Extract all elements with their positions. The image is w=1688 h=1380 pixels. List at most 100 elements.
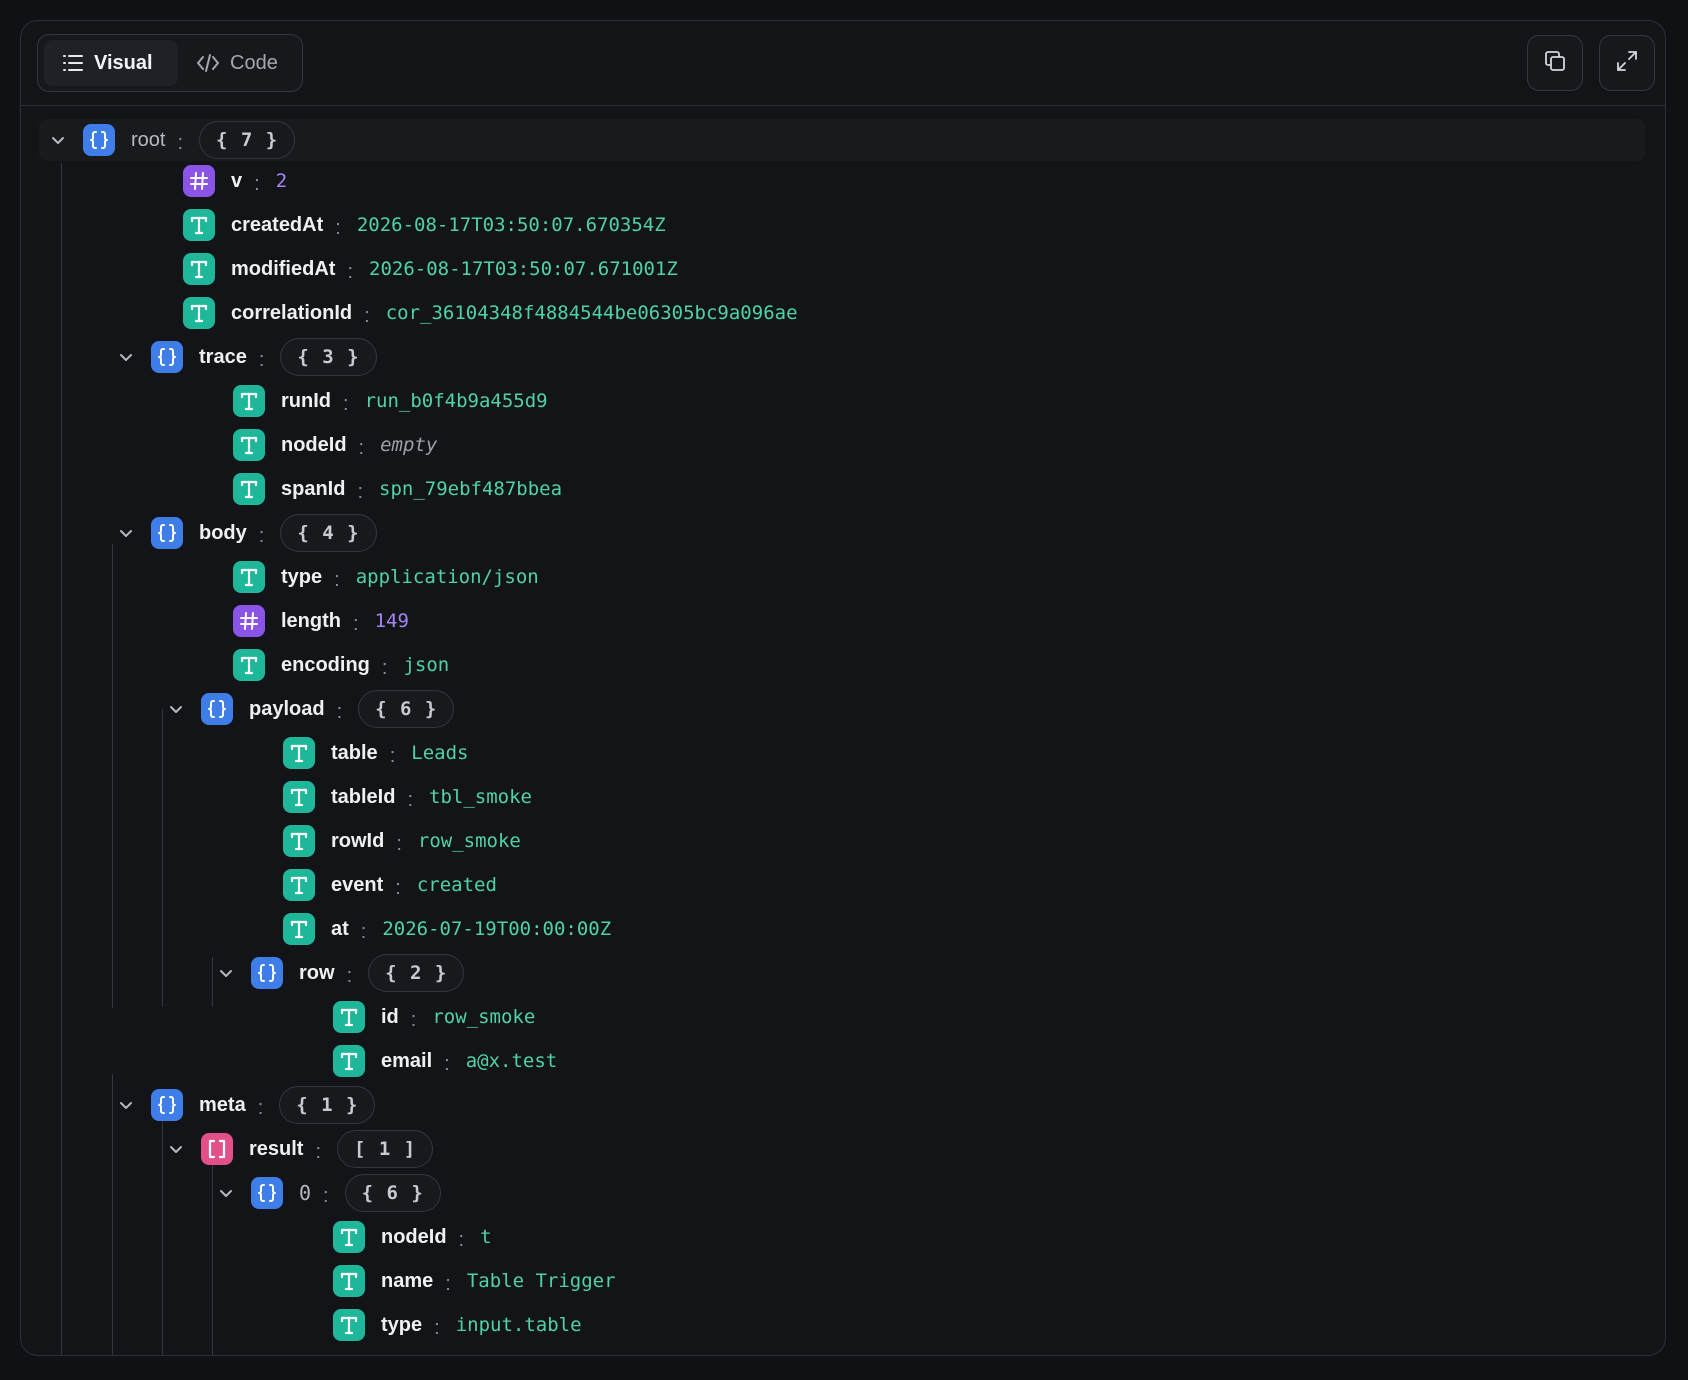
copy-icon — [1543, 49, 1567, 78]
chevron-down-icon[interactable] — [213, 960, 239, 986]
tree-row-tableId[interactable]: tableId : tbl_smoke — [283, 775, 532, 819]
node-key: at — [331, 917, 349, 940]
code-tab[interactable]: Code — [178, 40, 296, 86]
tree-row-root[interactable]: root : { 7 } — [45, 118, 296, 162]
tree-row-v[interactable]: v : 2 — [183, 159, 287, 203]
toolbar: Visual Code — [21, 21, 1665, 106]
expand-icon — [1615, 49, 1639, 78]
tree-row-meta[interactable]: meta : { 1 } — [113, 1083, 376, 1127]
node-key: nodeId — [381, 1225, 447, 1248]
node-key: body — [199, 521, 247, 544]
string-type-icon — [233, 473, 265, 505]
node-value: input.table — [455, 1314, 582, 1336]
string-type-icon — [283, 737, 315, 769]
node-value: Leads — [411, 742, 469, 764]
string-type-icon — [283, 869, 315, 901]
node-key: table — [331, 741, 378, 764]
tree-row-type[interactable]: type : input.table — [333, 1303, 582, 1347]
object-type-icon — [201, 693, 233, 725]
tree-row-event[interactable]: event : created — [283, 863, 497, 907]
chevron-down-icon[interactable] — [213, 1180, 239, 1206]
node-key: row — [299, 961, 335, 984]
tree-row-body[interactable]: body : { 4 } — [113, 511, 377, 555]
node-key: id — [381, 1005, 399, 1028]
string-type-icon — [333, 1045, 365, 1077]
node-value: 2026-08-17T03:50:07.671001Z — [369, 258, 678, 280]
node-index: 0 — [299, 1181, 312, 1205]
object-type-icon — [151, 1089, 183, 1121]
tree-row-payload[interactable]: payload : { 6 } — [163, 687, 455, 731]
node-key: event — [331, 873, 384, 896]
chevron-down-icon[interactable] — [163, 1136, 189, 1162]
node-value: 2026-07-19T00:00:00Z — [382, 918, 612, 940]
node-key: v — [231, 169, 243, 192]
tree-row-id[interactable]: id : row_smoke — [333, 995, 535, 1039]
visual-tab-label: Visual — [94, 51, 153, 74]
tree-row-row[interactable]: row : { 2 } — [213, 951, 465, 995]
tree-row-nodeId[interactable]: nodeId : t — [333, 1215, 492, 1259]
visual-tab[interactable]: Visual — [44, 40, 178, 86]
node-key: email — [381, 1049, 433, 1072]
tree-row-name[interactable]: name : Table Trigger — [333, 1259, 616, 1303]
list-icon — [62, 53, 84, 73]
node-value: json — [403, 654, 450, 676]
tree-row-at[interactable]: at : 2026-07-19T00:00:00Z — [283, 907, 611, 951]
node-key: payload — [249, 697, 325, 720]
array-type-icon — [201, 1133, 233, 1165]
string-type-icon — [183, 209, 215, 241]
string-type-icon — [333, 1265, 365, 1297]
object-type-icon — [83, 124, 115, 156]
node-value: a@x.test — [465, 1050, 558, 1072]
expand-button[interactable] — [1599, 35, 1655, 91]
child-count-badge: { 6 } — [344, 1174, 441, 1212]
tree-row-type[interactable]: type : application/json — [233, 555, 539, 599]
tree-row-email[interactable]: email : a@x.test — [333, 1039, 557, 1083]
tree-row-length[interactable]: length : 149 — [233, 599, 409, 643]
node-value: application/json — [355, 566, 539, 588]
chevron-down-icon[interactable] — [113, 520, 139, 546]
node-value: 2026-08-17T03:50:07.670354Z — [356, 214, 666, 236]
node-value: spn_79ebf487bbea — [379, 478, 563, 500]
chevron-down-icon[interactable] — [113, 344, 139, 370]
node-value-empty: empty — [380, 434, 438, 456]
tree-row-runId[interactable]: runId : run_b0f4b9a455d9 — [233, 379, 548, 423]
tree-row-rowId[interactable]: rowId : row_smoke — [283, 819, 521, 863]
node-value: t — [480, 1226, 492, 1248]
tree-row-spanId[interactable]: spanId : spn_79ebf487bbea — [233, 467, 562, 511]
tree-row-encoding[interactable]: encoding : json — [233, 643, 449, 687]
tree-row-nodeId[interactable]: nodeId : empty — [233, 423, 437, 467]
tree-row-modifiedAt[interactable]: modifiedAt : 2026-08-17T03:50:07.671001Z — [183, 247, 678, 291]
string-type-icon — [233, 429, 265, 461]
chevron-down-icon[interactable] — [163, 696, 189, 722]
chevron-down-icon[interactable] — [113, 1092, 139, 1118]
node-key: type — [381, 1313, 423, 1336]
tree-row-trace[interactable]: trace : { 3 } — [113, 335, 377, 379]
child-count-badge: { 4 } — [280, 514, 377, 552]
object-type-icon — [251, 1177, 283, 1209]
node-key: meta — [199, 1093, 246, 1116]
node-key: runId — [281, 389, 331, 412]
tree-row-correlationId[interactable]: correlationId : cor_36104348f4884544be06… — [183, 291, 798, 335]
child-count-badge: { 2 } — [368, 954, 465, 992]
node-key: nodeId — [281, 433, 347, 456]
chevron-down-icon[interactable] — [45, 127, 71, 153]
code-tab-label: Code — [230, 51, 278, 74]
code-icon — [196, 53, 220, 73]
node-value: created — [416, 874, 497, 896]
string-type-icon — [233, 649, 265, 681]
node-value: row_smoke — [432, 1006, 536, 1028]
string-type-icon — [283, 913, 315, 945]
child-count-badge: { 3 } — [280, 338, 377, 376]
node-key: root — [131, 128, 166, 151]
string-type-icon — [283, 781, 315, 813]
copy-button[interactable] — [1527, 35, 1583, 91]
tree-row-result[interactable]: result : [ 1 ] — [163, 1127, 434, 1171]
tree-row-table[interactable]: table : Leads — [283, 731, 468, 775]
tree-row-result-0[interactable]: 0 : { 6 } — [213, 1171, 441, 1215]
node-value: tbl_smoke — [429, 786, 532, 808]
string-type-icon — [333, 1221, 365, 1253]
tree-row-createdAt[interactable]: createdAt : 2026-08-17T03:50:07.670354Z — [183, 203, 666, 247]
node-value: Table Trigger — [466, 1270, 616, 1292]
node-key: type — [281, 565, 323, 588]
node-key: spanId — [281, 477, 346, 500]
